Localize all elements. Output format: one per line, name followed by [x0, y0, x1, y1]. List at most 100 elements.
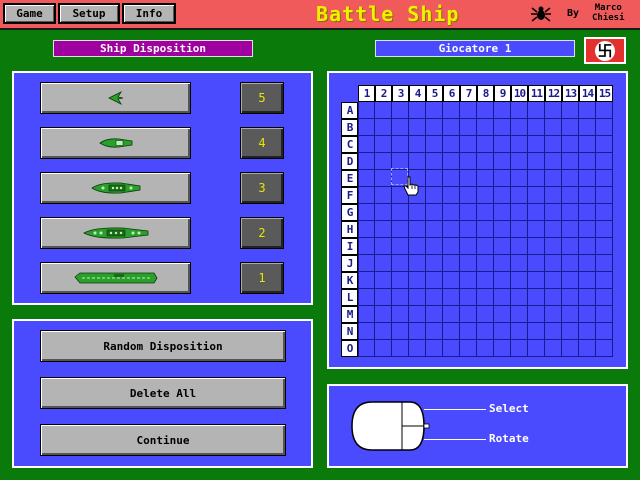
board-cell[interactable]: [375, 289, 392, 306]
board-cell[interactable]: [545, 221, 562, 238]
board-cell[interactable]: [511, 153, 528, 170]
board-cell[interactable]: [562, 255, 579, 272]
board-cell[interactable]: [460, 170, 477, 187]
board-cell[interactable]: [392, 204, 409, 221]
board-cell[interactable]: [375, 102, 392, 119]
board-cell[interactable]: [375, 187, 392, 204]
board-cell[interactable]: [477, 323, 494, 340]
board-cell[interactable]: [579, 170, 596, 187]
board-cell[interactable]: [562, 153, 579, 170]
board-cell[interactable]: [494, 136, 511, 153]
board-cell[interactable]: [358, 323, 375, 340]
board-cell[interactable]: [579, 238, 596, 255]
board-cell[interactable]: [511, 136, 528, 153]
board-cell[interactable]: [494, 340, 511, 357]
board-cell[interactable]: [511, 221, 528, 238]
board-cell[interactable]: [443, 238, 460, 255]
board-cell[interactable]: [443, 204, 460, 221]
board-cell[interactable]: [460, 119, 477, 136]
board-cell[interactable]: [392, 136, 409, 153]
board-cell[interactable]: [375, 221, 392, 238]
board-cell[interactable]: [579, 272, 596, 289]
menu-setup[interactable]: Setup: [58, 3, 120, 24]
board-cell[interactable]: [511, 102, 528, 119]
board-cell[interactable]: [426, 153, 443, 170]
board-cell[interactable]: [460, 289, 477, 306]
board-cell[interactable]: [409, 136, 426, 153]
board-cell[interactable]: [426, 238, 443, 255]
board-cell[interactable]: [528, 102, 545, 119]
board-cell[interactable]: [358, 136, 375, 153]
board-cell[interactable]: [358, 204, 375, 221]
board-cell[interactable]: [596, 221, 613, 238]
board-cell[interactable]: [528, 119, 545, 136]
board-cell[interactable]: [460, 204, 477, 221]
board-cell[interactable]: [409, 221, 426, 238]
board-cell[interactable]: [596, 238, 613, 255]
board-cell[interactable]: [579, 204, 596, 221]
board-cell[interactable]: [562, 306, 579, 323]
board-cell[interactable]: [375, 170, 392, 187]
board-cell[interactable]: [545, 119, 562, 136]
board-cell[interactable]: [511, 306, 528, 323]
board-cell[interactable]: [460, 255, 477, 272]
board-cell[interactable]: [426, 204, 443, 221]
board-cell[interactable]: [477, 204, 494, 221]
board-cell[interactable]: [392, 289, 409, 306]
board-cell[interactable]: [409, 255, 426, 272]
board-cell[interactable]: [511, 119, 528, 136]
board-cell[interactable]: [409, 289, 426, 306]
board-cell[interactable]: [443, 323, 460, 340]
board-cell[interactable]: [409, 102, 426, 119]
board-cell[interactable]: [477, 153, 494, 170]
board-cell[interactable]: [477, 187, 494, 204]
board-cell[interactable]: [494, 170, 511, 187]
board-cell[interactable]: [358, 306, 375, 323]
board-cell[interactable]: [392, 238, 409, 255]
board-cell[interactable]: [511, 340, 528, 357]
board-cell[interactable]: [358, 170, 375, 187]
board-cell[interactable]: [375, 255, 392, 272]
board-cell[interactable]: [477, 272, 494, 289]
board-cell[interactable]: [596, 306, 613, 323]
board-cell[interactable]: [579, 187, 596, 204]
board-cell[interactable]: [426, 119, 443, 136]
board-cell[interactable]: [494, 102, 511, 119]
board-cell[interactable]: [562, 289, 579, 306]
board-cell[interactable]: [460, 221, 477, 238]
board-cell[interactable]: [579, 323, 596, 340]
board-cell[interactable]: [528, 323, 545, 340]
board-cell[interactable]: [494, 119, 511, 136]
board-cell[interactable]: [392, 340, 409, 357]
board-cell[interactable]: [477, 340, 494, 357]
board-cell[interactable]: [545, 255, 562, 272]
board-cell[interactable]: [375, 272, 392, 289]
board-cell[interactable]: [511, 289, 528, 306]
board-cell[interactable]: [358, 187, 375, 204]
board-cell[interactable]: [545, 289, 562, 306]
board-cell[interactable]: [409, 119, 426, 136]
board-cell[interactable]: [426, 102, 443, 119]
board-cell[interactable]: [494, 272, 511, 289]
board-cell[interactable]: [596, 187, 613, 204]
board-cell[interactable]: [477, 221, 494, 238]
board-cell[interactable]: [562, 340, 579, 357]
board-cell[interactable]: [392, 323, 409, 340]
board-cell[interactable]: [562, 204, 579, 221]
board-cell[interactable]: [460, 323, 477, 340]
board-cell[interactable]: [409, 323, 426, 340]
board-cell[interactable]: [528, 238, 545, 255]
board-cell[interactable]: [358, 119, 375, 136]
board-cell[interactable]: [409, 340, 426, 357]
board-cell[interactable]: [460, 136, 477, 153]
board-cell[interactable]: [579, 102, 596, 119]
board-cell[interactable]: [511, 187, 528, 204]
board-cell[interactable]: [511, 272, 528, 289]
board-cell[interactable]: [579, 153, 596, 170]
board-cell[interactable]: [528, 204, 545, 221]
board-cell[interactable]: [443, 255, 460, 272]
board-cell[interactable]: [477, 102, 494, 119]
board-cell[interactable]: [392, 272, 409, 289]
board-cell[interactable]: [426, 255, 443, 272]
board-cell[interactable]: [460, 238, 477, 255]
